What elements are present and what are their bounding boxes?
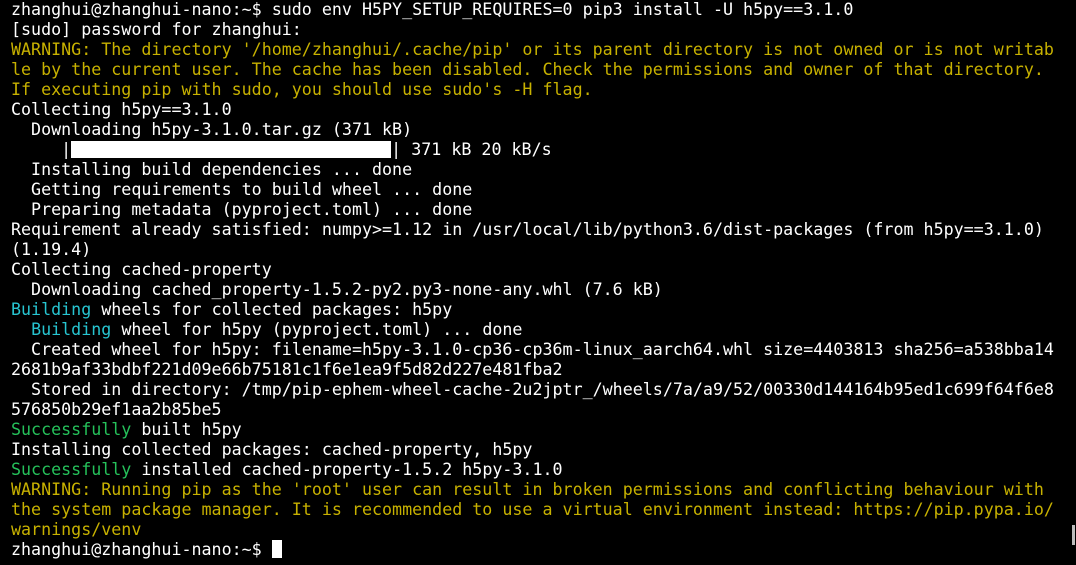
created-wheel-line-1: Created wheel for h5py: filename=h5py-3.… [11, 340, 1054, 359]
cache-warning-line-2: le by the current user. The cache has be… [11, 60, 1044, 79]
collecting-cached-property-line: Collecting cached-property [11, 260, 272, 279]
text-cursor[interactable] [271, 540, 282, 558]
prompt-line[interactable]: zhanghui@zhanghui-nano:~$ [11, 540, 1076, 560]
build-requirements-line: Getting requirements to build wheel ... … [11, 180, 473, 199]
collecting-h5py-line: Collecting h5py==3.1.0 [11, 100, 232, 119]
requirement-satisfied-line-1: Requirement already satisfied: numpy>=1.… [11, 220, 1044, 239]
success-label: Successfully [11, 420, 132, 439]
successfully-installed-line: Successfully installed cached-property-1… [11, 460, 1076, 480]
download-progress-bar [71, 141, 392, 158]
cache-warning-line-1: WARNING: The directory '/home/zhanghui/.… [11, 40, 1054, 59]
downloading-h5py-line: Downloading h5py-3.1.0.tar.gz (371 kB) [11, 120, 413, 139]
building-wheels-line: Building wheels for collected packages: … [11, 300, 1076, 320]
shell-prompt: zhanghui@zhanghui-nano:~$ [11, 540, 272, 559]
downloading-cached-property-line: Downloading cached_property-1.5.2-py2.py… [11, 280, 663, 299]
stored-directory-line-2: 576850b29ef1aa2b85be5 [11, 400, 222, 419]
cache-warning-line-3: If executing pip with sudo, you should u… [11, 80, 593, 99]
successfully-installed-text: installed cached-property-1.5.2 h5py-3.1… [131, 460, 563, 479]
created-wheel-line-2: 2681b9af33bdbf221d09e66b75181c1f6e1ea9f5… [11, 360, 563, 379]
scrollbar-thumb[interactable] [1072, 525, 1075, 545]
download-progress-line: | | 371 kB 20 kB/s [11, 140, 1076, 160]
requirement-satisfied-line-2: (1.19.4) [11, 240, 92, 259]
installing-packages-line: Installing collected packages: cached-pr… [11, 440, 533, 459]
progress-bar-start: | [11, 140, 72, 159]
successfully-built-line: Successfully built h5py [11, 420, 1076, 440]
metadata-line: Preparing metadata (pyproject.toml) ... … [11, 200, 473, 219]
sudo-password-prompt: [sudo] password for zhanghui: [11, 20, 302, 39]
building-wheels-text: wheels for collected packages: h5py [91, 300, 453, 319]
scrollbar[interactable] [1070, 0, 1076, 565]
root-warning-line-2: the system package manager. It is recomm… [11, 500, 1054, 519]
root-warning-line-1: WARNING: Running pip as the 'root' user … [11, 480, 1044, 499]
root-warning-line-3: warnings/venv [11, 520, 142, 539]
stored-directory-line-1: Stored in directory: /tmp/pip-ephem-whee… [11, 380, 1054, 399]
building-wheel-text: wheel for h5py (pyproject.toml) ... done [111, 320, 523, 339]
command-line: zhanghui@zhanghui-nano:~$ sudo env H5PY_… [11, 0, 854, 19]
building-wheel-line: Building wheel for h5py (pyproject.toml)… [11, 320, 1076, 340]
building-label: Building [11, 300, 92, 319]
build-dependencies-line: Installing build dependencies ... done [11, 160, 413, 179]
success-label: Successfully [11, 460, 132, 479]
progress-stats: | 371 kB 20 kB/s [391, 140, 552, 159]
terminal-window[interactable]: zhanghui@zhanghui-nano:~$ sudo env H5PY_… [0, 0, 1076, 565]
building-label: Building [31, 320, 112, 339]
successfully-built-text: built h5py [131, 420, 242, 439]
